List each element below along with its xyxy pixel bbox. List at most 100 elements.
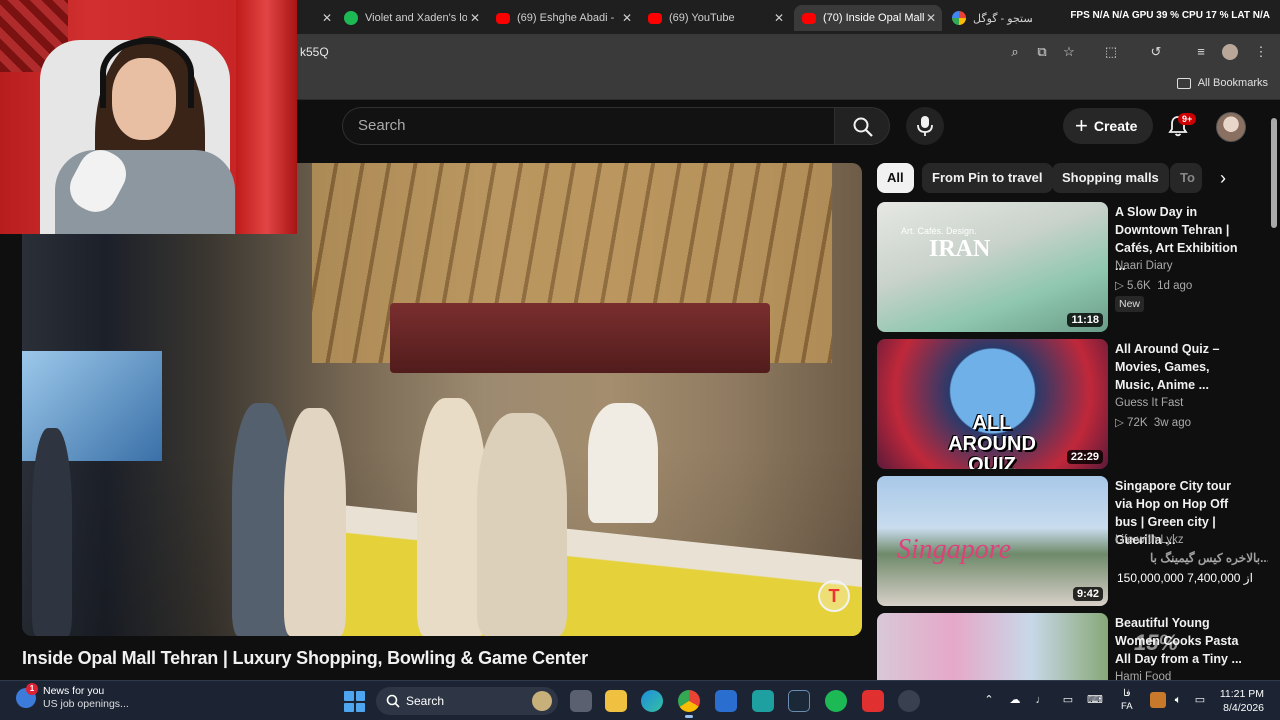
taskbar-search[interactable]: Search [376, 687, 558, 715]
plus-icon: + [1075, 113, 1088, 138]
volume-icon[interactable]: 🔈︎ [1170, 692, 1186, 708]
channel-name[interactable]: Guess It Fast [1115, 397, 1183, 409]
donation-goal-percent: 15% [1134, 630, 1179, 655]
all-bookmarks-button[interactable]: All Bookmarks [1176, 77, 1268, 89]
browser-tab[interactable]: ✕ [298, 5, 338, 31]
video-thumbnail[interactable]: ALL AROUND QUIZ 22:29 [877, 339, 1108, 469]
view-count: 72K [1127, 417, 1148, 429]
voice-search-button[interactable] [906, 107, 944, 145]
browser-tab-active[interactable]: (70) Inside Opal Mall ✕ [794, 5, 942, 31]
video-frame-person [477, 413, 567, 636]
scrollbar-thumb[interactable] [1271, 118, 1277, 228]
chevron-right-icon[interactable]: › [1208, 163, 1238, 193]
browser-tab-youtube[interactable]: (69) YouTube ✕ [648, 5, 790, 31]
bookmark-star-icon[interactable]: ☆ [1060, 43, 1078, 61]
duration-badge: 9:42 [1072, 587, 1103, 601]
duration-badge: 22:29 [1066, 450, 1103, 464]
chip-all[interactable]: All [877, 163, 914, 193]
channel-name[interactable]: Hami Food [1115, 671, 1171, 680]
display-icon[interactable]: ▭ [1060, 692, 1076, 708]
search-button[interactable] [834, 107, 890, 145]
upload-age: 1d ago [1157, 280, 1193, 292]
edge-icon[interactable] [641, 690, 663, 712]
channel-name[interactable]: Naari Diary [1115, 260, 1173, 272]
app-icon[interactable] [752, 690, 774, 712]
webcam-curtain [236, 0, 297, 234]
spotify-icon[interactable] [825, 690, 847, 712]
browser-tab-youtube[interactable]: (69) Eshghe Abadi - ✕ [496, 5, 638, 31]
menu-kebab-icon[interactable]: ⋮ [1252, 43, 1270, 61]
chevron-up-icon[interactable]: ⌃ [981, 692, 997, 708]
recommendation-item[interactable]: ALL AROUND QUIZ 22:29 All Around Quiz – … [877, 339, 1267, 469]
account-avatar[interactable] [1216, 112, 1246, 142]
search-icon [853, 117, 873, 137]
news-title: News for you [43, 685, 105, 697]
youtube-icon [802, 12, 816, 24]
create-button[interactable]: + Create [1063, 108, 1153, 144]
upload-age: 3w ago [1153, 417, 1191, 429]
video-frame-hood [390, 303, 770, 373]
tab-label: (69) YouTube [669, 12, 735, 24]
reading-list-icon[interactable]: ≡ [1192, 43, 1210, 61]
video-title: Inside Opal Mall Tehran | Luxury Shoppin… [22, 648, 588, 668]
create-label: Create [1093, 118, 1138, 134]
extensions-icon[interactable]: ⬚ [1102, 43, 1120, 61]
page-scrollbar[interactable] [1268, 100, 1280, 680]
tab-close-icon[interactable]: ✕ [926, 11, 936, 25]
thumbnail-title: Singapore [897, 534, 1012, 565]
video-thumbnail[interactable] [877, 613, 1108, 680]
app-tray-icon[interactable] [1150, 692, 1166, 708]
onedrive-icon[interactable]: ☁ [1007, 692, 1023, 708]
app-icon[interactable] [898, 690, 920, 712]
search-highlight-icon [532, 691, 552, 711]
video-frame-person [32, 428, 72, 636]
profile-avatar-icon[interactable] [1222, 44, 1238, 60]
search-input[interactable]: Search [342, 107, 834, 145]
browser-tab-spotify[interactable]: Violet and Xaden's lo ✕ [344, 5, 486, 31]
new-badge: New [1115, 296, 1145, 312]
app-icon[interactable] [862, 690, 884, 712]
task-view-icon[interactable] [570, 690, 592, 712]
news-text: News for you US job openings... [43, 685, 129, 711]
news-widget[interactable]: 1 News for you US job openings... [16, 683, 129, 711]
tab-close-icon[interactable]: ✕ [470, 11, 480, 25]
steam-icon[interactable] [788, 690, 810, 712]
chrome-icon[interactable] [678, 690, 700, 718]
install-app-icon[interactable]: ⧉ [1033, 43, 1051, 61]
tab-close-icon[interactable]: ✕ [322, 11, 332, 25]
microphone-icon [917, 116, 933, 136]
chip-partial[interactable]: To [1170, 163, 1202, 193]
language-top: فا [1123, 688, 1131, 699]
address-bar[interactable]: k55Q [296, 38, 1096, 66]
microphone-icon[interactable]: ♩ [1033, 692, 1049, 708]
store-icon[interactable] [715, 690, 737, 712]
video-thumbnail[interactable]: Singapore 9:42 [877, 476, 1108, 606]
tab-close-icon[interactable]: ✕ [774, 11, 784, 25]
recommendation-item[interactable]: Singapore 9:42 Singapore City tour via H… [877, 476, 1267, 606]
browser-tab-google[interactable]: جستجو - گوگل [952, 5, 1032, 31]
tab-label: (70) Inside Opal Mall [823, 12, 925, 24]
zoom-icon[interactable]: ⌕ [1006, 43, 1024, 61]
clock[interactable]: 11:21 PM 8/4/2026 [1220, 687, 1264, 715]
file-explorer-icon[interactable] [605, 690, 627, 712]
channel-watermark-icon[interactable]: T [818, 580, 850, 612]
chip-shopping-malls[interactable]: Shopping malls [1052, 163, 1169, 193]
taskbar-search-label: Search [406, 694, 445, 708]
tab-label: Violet and Xaden's lo [365, 12, 467, 24]
language-indicator[interactable]: فا FA [1121, 687, 1133, 713]
tab-label: (69) Eshghe Abadi - [517, 12, 615, 24]
channel-name[interactable]: Life with Lykz [1115, 534, 1184, 546]
recommendation-title[interactable]: All Around Quiz – Movies, Games, Music, … [1115, 340, 1250, 394]
recommendation-item[interactable]: Beautiful Young Women Cooks Pasta All Da… [877, 613, 1267, 680]
donation-goal-text: بالاخره کیس گیمینگ با... [1150, 551, 1271, 565]
windows-start-icon[interactable] [344, 691, 365, 712]
play-icon: ▷ [1115, 280, 1128, 292]
keyboard-icon[interactable]: ⌨ [1087, 692, 1103, 708]
tab-close-icon[interactable]: ✕ [622, 11, 632, 25]
history-icon[interactable]: ↺ [1147, 43, 1165, 61]
battery-icon[interactable]: ▭ [1192, 692, 1208, 708]
streamer-webcam-overlay [0, 0, 297, 234]
recommendation-item[interactable]: Art. Cafés. Design. IRAN 11:18 A Slow Da… [877, 202, 1267, 332]
chip-from-pin-to-travel[interactable]: From Pin to travel [922, 163, 1053, 193]
video-thumbnail[interactable]: Art. Cafés. Design. IRAN 11:18 [877, 202, 1108, 332]
